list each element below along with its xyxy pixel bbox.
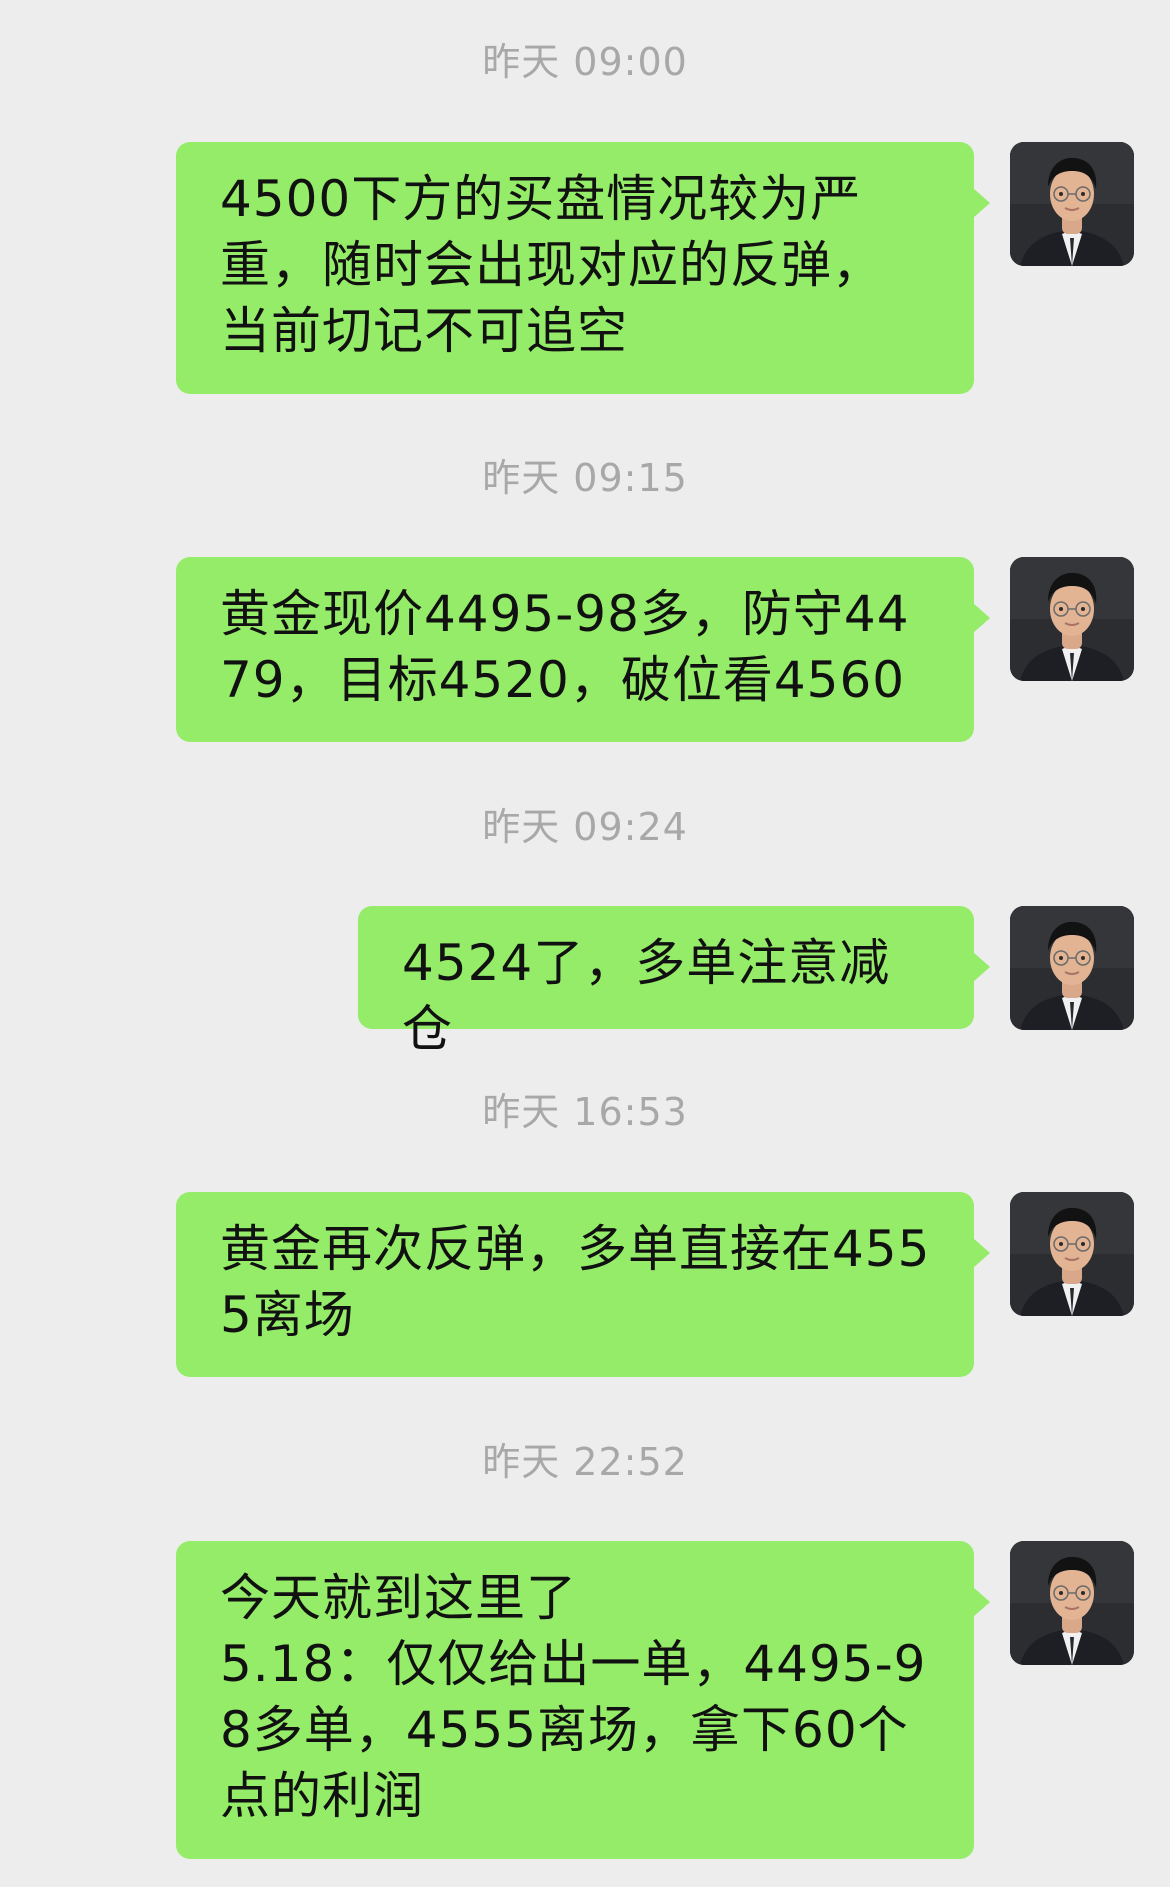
chat-message-list[interactable]: 昨天 09:00 4500下方的买盘情况较为严重，随时会出现对应的反弹，当前切记… xyxy=(0,0,1170,1887)
message-bubble[interactable]: 今天就到这里了 5.18：仅仅给出一单，4495-98多单，4555离场，拿下6… xyxy=(176,1541,990,1859)
sender-avatar[interactable] xyxy=(1010,906,1134,1030)
message-bubble[interactable]: 黄金现价4495-98多，防守4479，目标4520，破位看4560 xyxy=(176,557,990,742)
message-timestamp: 昨天 22:52 xyxy=(482,1440,688,1484)
avatar-photo-icon xyxy=(1010,1541,1134,1665)
avatar-photo-icon xyxy=(1010,1192,1134,1316)
message-timestamp: 昨天 09:24 xyxy=(482,805,688,849)
message-timestamp: 昨天 16:53 xyxy=(482,1090,688,1134)
avatar-photo-icon xyxy=(1010,142,1134,266)
message-timestamp: 昨天 09:00 xyxy=(482,40,688,84)
message-bubble[interactable]: 4500下方的买盘情况较为严重，随时会出现对应的反弹，当前切记不可追空 xyxy=(176,142,990,394)
sender-avatar[interactable] xyxy=(1010,142,1134,266)
avatar-photo-icon xyxy=(1010,557,1134,681)
avatar-photo-icon xyxy=(1010,906,1134,1030)
message-bubble[interactable]: 黄金再次反弹，多单直接在4555离场 xyxy=(176,1192,990,1377)
sender-avatar[interactable] xyxy=(1010,1192,1134,1316)
message-timestamp: 昨天 09:15 xyxy=(482,456,688,500)
message-bubble[interactable]: 4524了，多单注意减仓 xyxy=(358,906,990,1058)
sender-avatar[interactable] xyxy=(1010,557,1134,681)
sender-avatar[interactable] xyxy=(1010,1541,1134,1665)
